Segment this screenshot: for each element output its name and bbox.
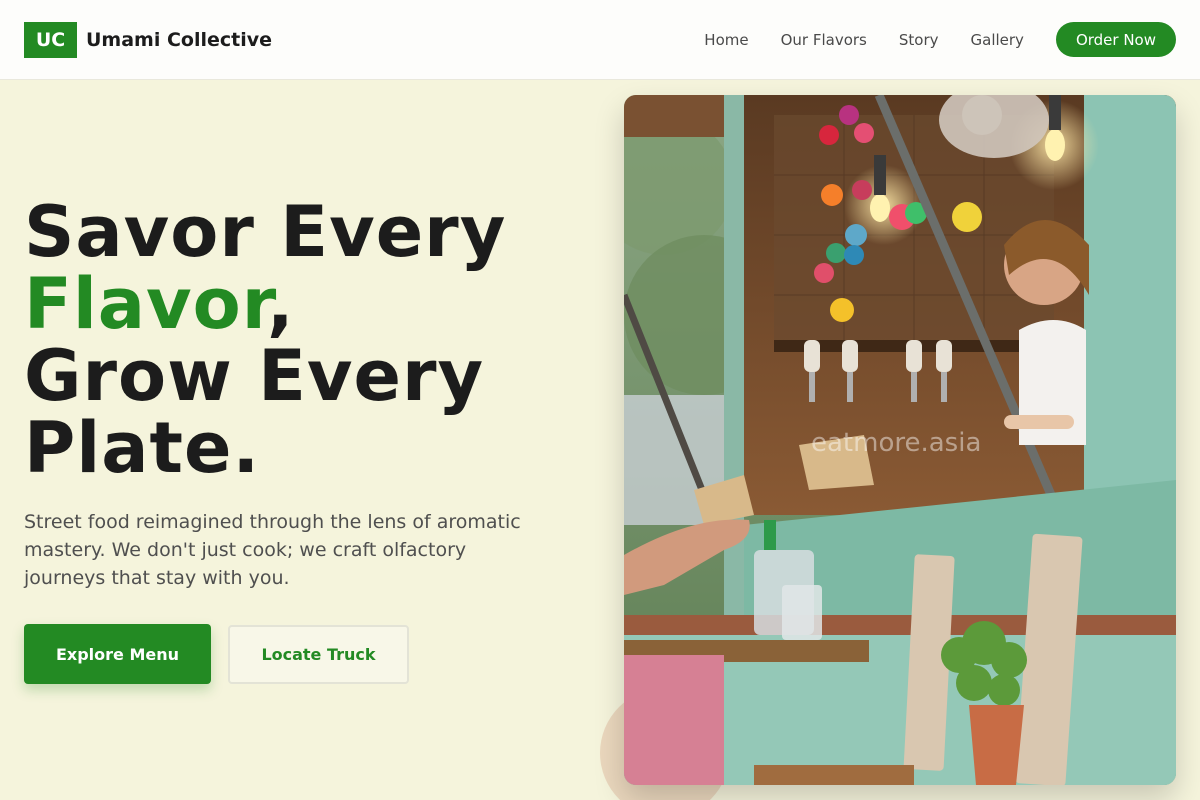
site-header: UC Umami Collective Home Our Flavors Sto…: [0, 0, 1200, 80]
nav-gallery[interactable]: Gallery: [971, 31, 1024, 49]
brand[interactable]: UC Umami Collective: [24, 21, 272, 58]
hero-description: Street food reimagined through the lens …: [24, 511, 521, 589]
brand-logo[interactable]: UC: [24, 21, 77, 58]
hero-title-line3: Grow Every: [24, 335, 485, 417]
nav-home[interactable]: Home: [704, 31, 748, 49]
hero-title-comma: ,: [267, 263, 295, 345]
hero-title: Savor Every Flavor, Grow Every Plate.: [24, 196, 584, 484]
locate-truck-button[interactable]: Locate Truck: [228, 625, 409, 684]
main-nav: Home Our Flavors Story Gallery Order Now: [704, 22, 1176, 57]
hero-title-accent: Flavor: [24, 263, 268, 345]
explore-menu-button[interactable]: Explore Menu: [24, 624, 211, 684]
brand-name[interactable]: Umami Collective: [86, 29, 272, 51]
nav-our-flavors[interactable]: Our Flavors: [781, 31, 867, 49]
image-watermark: eatmore.asia: [811, 428, 982, 458]
nav-story[interactable]: Story: [899, 31, 939, 49]
hero-title-line4: Plate.: [24, 407, 261, 489]
order-now-button[interactable]: Order Now: [1055, 22, 1176, 57]
hero-image: eatmore.asia: [624, 95, 1176, 785]
hero-title-line1: Savor Every: [24, 191, 507, 273]
